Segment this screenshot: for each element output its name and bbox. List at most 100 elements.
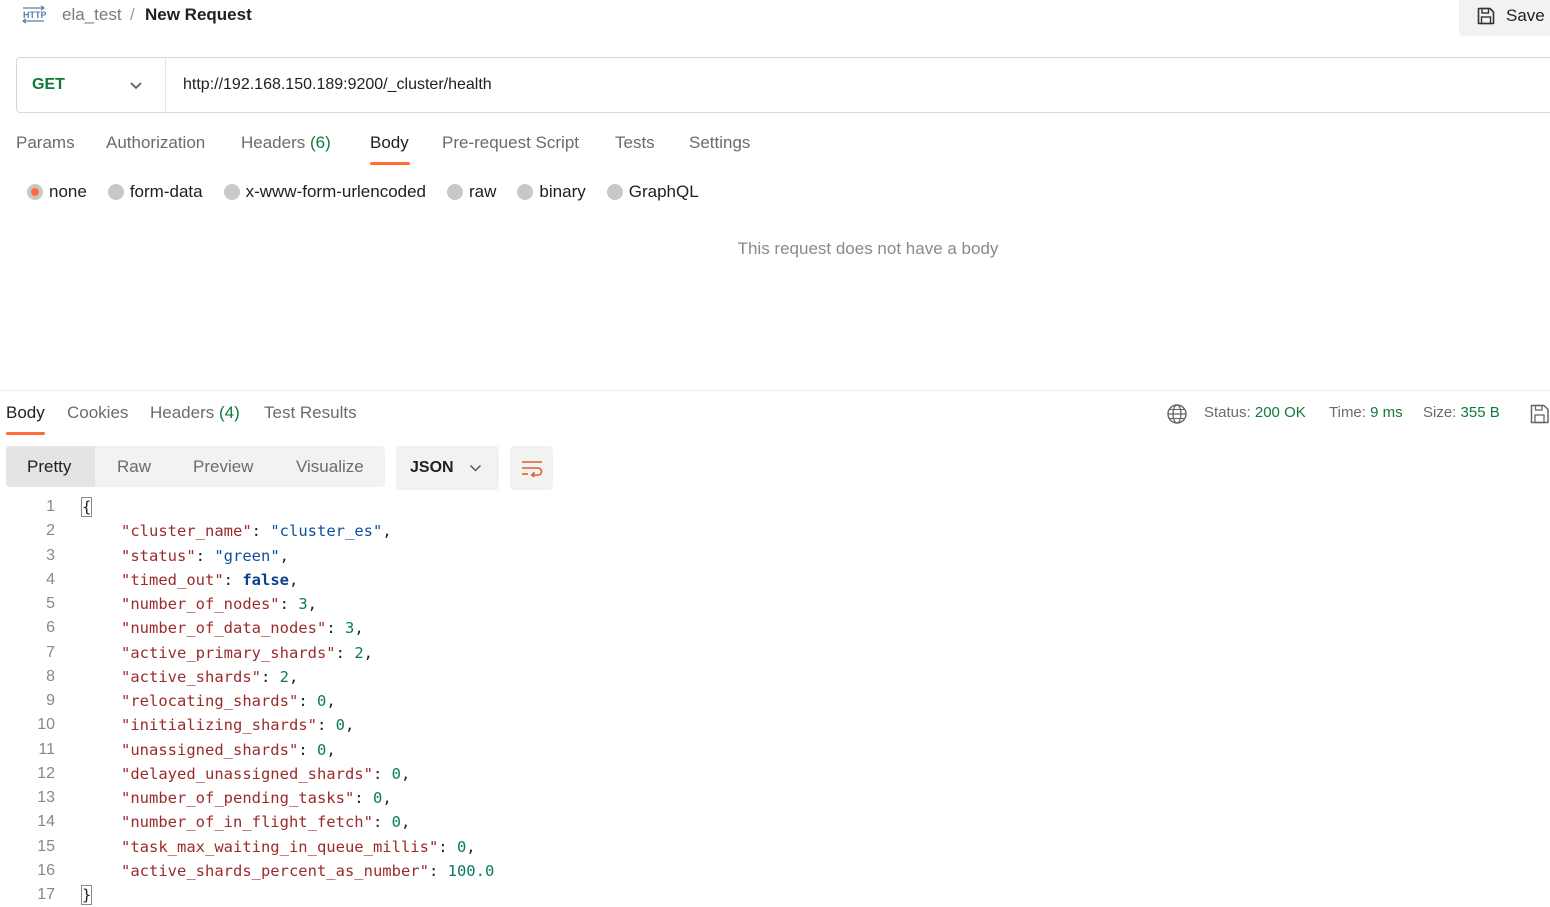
json-value: 0 (316, 692, 327, 710)
json-key: "delayed_unassigned_shards" (121, 764, 373, 783)
tab-headers[interactable]: Headers (6) (241, 133, 331, 153)
json-key: "cluster_name" (121, 522, 252, 541)
tab-settings[interactable]: Settings (689, 133, 750, 153)
status-value: 200 OK (1254, 404, 1306, 421)
json-value: 0 (456, 837, 467, 856)
line-content: "delayed_unassigned_shards": 0, (121, 764, 411, 783)
tab-prerequest-script[interactable]: Pre-request Script (442, 133, 579, 153)
line-content: "active_shards": 2, (121, 667, 299, 686)
tab-body[interactable]: Body (370, 133, 409, 153)
radio-selected-indicator (27, 184, 43, 200)
tab-headers-count: (6) (310, 133, 331, 152)
method-select[interactable]: GET (17, 58, 166, 112)
json-comma: , (400, 813, 411, 832)
chevron-down-icon (130, 81, 142, 89)
chevron-down-icon (469, 464, 482, 472)
response-tab-body[interactable]: Body (6, 403, 45, 423)
json-comma: , (289, 570, 299, 589)
line-number: 10 (37, 716, 55, 734)
radio-graphql-label: GraphQL (628, 182, 699, 201)
line-number: 16 (37, 861, 55, 879)
response-status[interactable]: Status: 200 OK (1204, 404, 1306, 421)
json-value: 0 (316, 740, 327, 759)
json-key: "timed_out" (121, 570, 224, 589)
wrap-lines-button[interactable] (510, 446, 553, 490)
json-comma: , (354, 619, 364, 638)
radio-urlencoded-label: x-www-form-urlencoded (245, 182, 427, 201)
json-key: "number_of_pending_tasks" (121, 789, 355, 807)
floppy-disk-icon (1477, 7, 1495, 25)
line-content: "cluster_name": "cluster_es", (121, 522, 392, 541)
save-response-icon[interactable] (1529, 403, 1550, 425)
radio-indicator (107, 184, 124, 200)
line-content: "task_max_waiting_in_queue_millis": 0, (121, 837, 476, 856)
json-brace: { (80, 497, 93, 517)
json-value: "cluster_es" (270, 522, 383, 541)
line-number: 1 (46, 498, 55, 515)
line-content: "relocating_shards": 0, (121, 692, 336, 710)
json-value: 0 (391, 764, 401, 783)
view-visualize-button[interactable]: Visualize (274, 446, 385, 487)
json-key: "task_max_waiting_in_queue_millis" (121, 837, 439, 856)
status-label: Status: (1204, 404, 1251, 421)
json-value: 0 (391, 813, 401, 832)
radio-none[interactable]: none (27, 182, 87, 202)
tab-authorization[interactable]: Authorization (106, 133, 205, 153)
view-raw-button[interactable]: Raw (95, 446, 171, 487)
line-content: "number_of_pending_tasks": 0, (121, 789, 392, 807)
json-brace: } (80, 885, 93, 905)
json-key: "initializing_shards" (121, 716, 317, 735)
tab-params[interactable]: Params (16, 133, 75, 153)
breadcrumb-collection[interactable]: ela_test (62, 5, 122, 25)
response-tab-headers[interactable]: Headers (4) (150, 403, 240, 423)
radio-binary-label: binary (539, 182, 586, 201)
response-tab-cookies[interactable]: Cookies (67, 403, 128, 423)
line-number: 11 (38, 740, 55, 758)
globe-icon[interactable] (1166, 403, 1188, 425)
json-comma: , (279, 546, 289, 565)
format-select[interactable]: JSON (396, 446, 499, 490)
save-button[interactable]: Save (1459, 0, 1550, 36)
response-tab-test-results[interactable]: Test Results (264, 403, 357, 423)
radio-urlencoded[interactable]: x-www-form-urlencoded (223, 182, 427, 202)
json-key: "active_primary_shards" (121, 643, 336, 662)
line-number: 7 (46, 643, 55, 661)
request-title[interactable]: New Request (145, 5, 252, 25)
size-label: Size: (1423, 404, 1457, 421)
svg-text:HTTP: HTTP (23, 10, 46, 20)
radio-raw-label: raw (469, 182, 497, 201)
radio-indicator (447, 184, 464, 200)
json-key: "status" (121, 546, 196, 565)
radio-indicator (223, 184, 240, 200)
radio-graphql[interactable]: GraphQL (606, 182, 699, 202)
no-body-message: This request does not have a body (737, 239, 999, 258)
line-content: "number_of_data_nodes": 3, (121, 619, 364, 638)
json-comma: , (326, 740, 336, 759)
radio-indicator (517, 184, 534, 200)
url-input[interactable] (166, 58, 1550, 112)
json-key: "number_of_data_nodes" (121, 619, 327, 638)
save-label: Save (1506, 6, 1545, 25)
line-number: 14 (37, 813, 55, 831)
tab-body-underline (370, 162, 410, 165)
radio-form-data-label: form-data (129, 182, 203, 201)
tab-tests[interactable]: Tests (615, 133, 655, 153)
json-value: false (242, 570, 289, 589)
radio-none-label: none (49, 182, 87, 201)
pane-divider[interactable] (0, 390, 1550, 391)
radio-binary[interactable]: binary (517, 182, 586, 202)
response-size[interactable]: Size: 355 B (1423, 404, 1500, 421)
radio-raw[interactable]: raw (447, 182, 496, 202)
radio-form-data[interactable]: form-data (107, 182, 203, 202)
response-time[interactable]: Time: 9 ms (1329, 404, 1403, 421)
json-key: "active_shards" (121, 667, 261, 686)
line-number: 9 (46, 692, 55, 709)
view-preview-button[interactable]: Preview (171, 446, 274, 487)
view-pretty-button[interactable]: Pretty (6, 446, 95, 487)
line-content: "unassigned_shards": 0, (121, 740, 336, 759)
wrap-lines-icon (521, 461, 542, 477)
line-content: "active_shards_percent_as_number": 100.0 (121, 861, 495, 880)
json-value: 2 (354, 643, 364, 662)
url-bar: GET (16, 57, 1550, 113)
line-content: "initializing_shards": 0, (121, 716, 355, 735)
